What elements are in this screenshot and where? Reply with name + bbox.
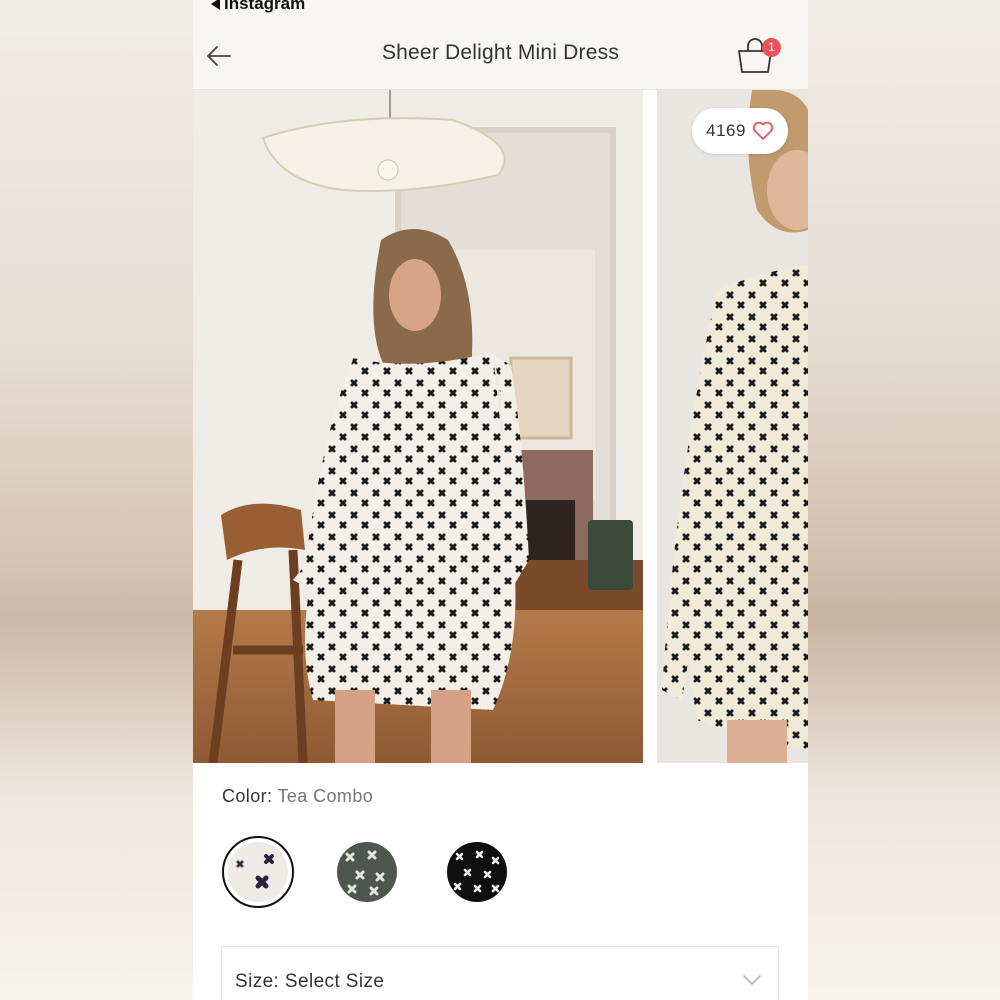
color-label: Color:: [222, 786, 273, 806]
back-triangle-icon: [211, 0, 220, 10]
app-screen: Instagram Sheer Delight Mini Dress 1 416…: [193, 0, 808, 1000]
status-bar: Instagram: [193, 0, 808, 14]
product-header: Sheer Delight Mini Dress 1: [193, 14, 808, 90]
heart-icon: [752, 121, 773, 140]
product-photo-secondary[interactable]: [657, 90, 808, 763]
color-value: Tea Combo: [277, 786, 374, 806]
like-button[interactable]: 4169: [692, 108, 788, 154]
color-swatch-black-combo[interactable]: [441, 836, 513, 908]
chevron-down-icon: [743, 975, 761, 985]
like-count: 4169: [706, 121, 746, 140]
size-select[interactable]: Size: Select Size: [221, 946, 779, 1000]
page-title: Sheer Delight Mini Dress: [381, 41, 620, 64]
product-image-gallery[interactable]: 4169: [193, 90, 808, 763]
blurred-background-right: [808, 0, 1000, 1000]
product-photo-main[interactable]: [193, 90, 643, 763]
cart-count-badge: 1: [762, 38, 781, 57]
back-to-app-label: Instagram: [224, 0, 306, 13]
color-swatch-tea-combo[interactable]: [222, 836, 294, 908]
color-swatch-grey-combo[interactable]: [331, 836, 403, 908]
swatch-pattern-black: [447, 842, 507, 902]
color-selection-label: Color: Tea Combo: [222, 786, 373, 807]
size-select-label: Size: Select Size: [235, 971, 385, 992]
swatch-pattern-tea: [228, 842, 288, 902]
swatch-pattern-grey: [337, 842, 397, 902]
blurred-background-left: [0, 0, 193, 1000]
back-to-app-link[interactable]: Instagram: [211, 0, 305, 14]
